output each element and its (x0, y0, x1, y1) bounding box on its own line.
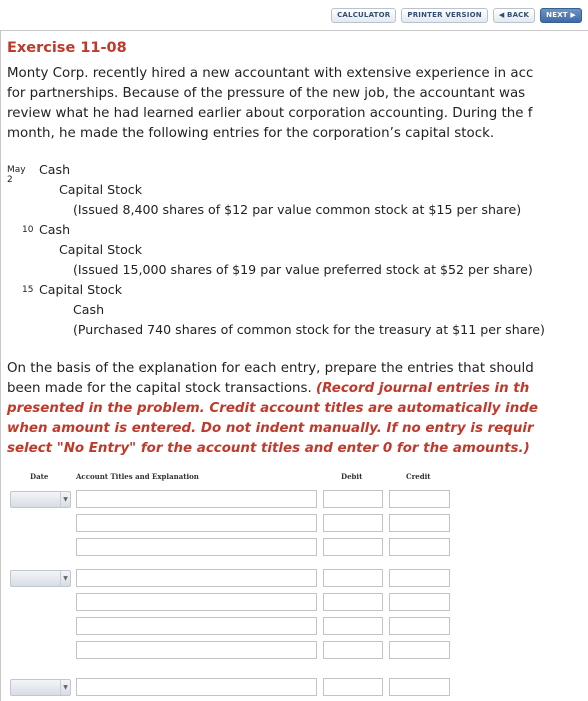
journal-row: ▼ (5, 489, 585, 509)
exercise-title: Exercise 11-08 (7, 40, 127, 56)
instruction-emphasis: (Record journal entries in th (316, 381, 530, 396)
debit-input[interactable] (323, 490, 383, 508)
debit-input[interactable] (323, 593, 383, 611)
account-title-input[interactable] (76, 538, 317, 556)
description-line: Monty Corp. recently hired a new account… (7, 66, 534, 81)
entry-debit-account: Cash (39, 162, 71, 177)
entry-credit-account: Capital Stock (59, 242, 143, 257)
instruction-text: been made for the capital stock transact… (7, 381, 317, 396)
back-button[interactable]: ◀ BACK (492, 8, 536, 23)
entry-debit-account: Cash (39, 222, 71, 237)
entry-debit-account: Capital Stock (39, 282, 123, 297)
debit-input[interactable] (323, 641, 383, 659)
journal-row: ▼ (5, 677, 585, 697)
entry-explanation: (Issued 8,400 shares of $12 par value co… (73, 202, 522, 217)
instruction-line: On the basis of the explanation for each… (7, 361, 534, 376)
credit-input[interactable] (389, 514, 450, 532)
exercise-description: Monty Corp. recently hired a new account… (7, 64, 588, 144)
debit-input[interactable] (323, 569, 383, 587)
entry-credit-account: Cash (73, 302, 105, 317)
account-title-input[interactable] (76, 678, 317, 696)
credit-input[interactable] (389, 569, 450, 587)
credit-input[interactable] (389, 617, 450, 635)
header-debit: Debit (341, 472, 363, 481)
credit-input[interactable] (389, 641, 450, 659)
top-toolbar: CALCULATOR PRINTER VERSION ◀ BACK NEXT ▶ (0, 0, 588, 30)
credit-input[interactable] (389, 678, 450, 696)
date-select[interactable]: ▼ (10, 570, 71, 587)
debit-input[interactable] (323, 514, 383, 532)
credit-input[interactable] (389, 593, 450, 611)
chevron-down-icon: ▼ (60, 571, 70, 586)
header-account: Account Titles and Explanation (76, 472, 199, 481)
journal-header: Date Account Titles and Explanation Debi… (5, 469, 585, 483)
account-title-input[interactable] (76, 617, 317, 635)
instruction-emphasis: presented in the problem. Credit account… (7, 401, 538, 416)
account-title-input[interactable] (76, 593, 317, 611)
entry-credit-account: Capital Stock (59, 182, 143, 197)
next-button[interactable]: NEXT ▶ (540, 8, 582, 23)
instruction-line: been made for the capital stock transact… (7, 379, 588, 399)
journal-row (5, 537, 585, 557)
instruction-emphasis: when amount is entered. Do not indent ma… (7, 421, 534, 436)
description-line: review what he had learned earlier about… (7, 106, 533, 121)
printer-version-button[interactable]: PRINTER VERSION (401, 8, 488, 23)
journal-row (5, 592, 585, 612)
debit-input[interactable] (323, 538, 383, 556)
credit-input[interactable] (389, 538, 450, 556)
chevron-down-icon: ▼ (60, 680, 70, 695)
entry-explanation: (Issued 15,000 shares of $19 par value p… (73, 262, 533, 277)
journal-row (5, 640, 585, 660)
date-select[interactable]: ▼ (10, 491, 71, 508)
header-credit: Credit (406, 472, 431, 481)
journal-row (5, 616, 585, 636)
entry-date: 15 (22, 285, 34, 295)
entry-date: 10 (22, 225, 34, 235)
debit-input[interactable] (323, 678, 383, 696)
entry-date: May 2 (7, 165, 26, 185)
entry-explanation: (Purchased 740 shares of common stock fo… (73, 322, 545, 337)
debit-input[interactable] (323, 617, 383, 635)
account-title-input[interactable] (76, 514, 317, 532)
description-line: month, he made the following entries for… (7, 126, 495, 141)
journal-row (5, 513, 585, 533)
toolbar-buttons: CALCULATOR PRINTER VERSION ◀ BACK NEXT ▶ (331, 8, 582, 23)
account-title-input[interactable] (76, 569, 317, 587)
account-title-input[interactable] (76, 641, 317, 659)
journal-row: ▼ (5, 568, 585, 588)
date-select[interactable]: ▼ (10, 679, 71, 696)
instruction-emphasis: select "No Entry" for the account titles… (7, 441, 530, 456)
instructions: On the basis of the explanation for each… (7, 359, 588, 459)
description-line: for partnerships. Because of the pressur… (7, 86, 526, 101)
chevron-down-icon: ▼ (60, 492, 70, 507)
header-date: Date (30, 472, 49, 481)
calculator-button[interactable]: CALCULATOR (331, 8, 397, 23)
exercise-panel: Exercise 11-08 Monty Corp. recently hire… (0, 30, 588, 701)
account-title-input[interactable] (76, 490, 317, 508)
credit-input[interactable] (389, 490, 450, 508)
